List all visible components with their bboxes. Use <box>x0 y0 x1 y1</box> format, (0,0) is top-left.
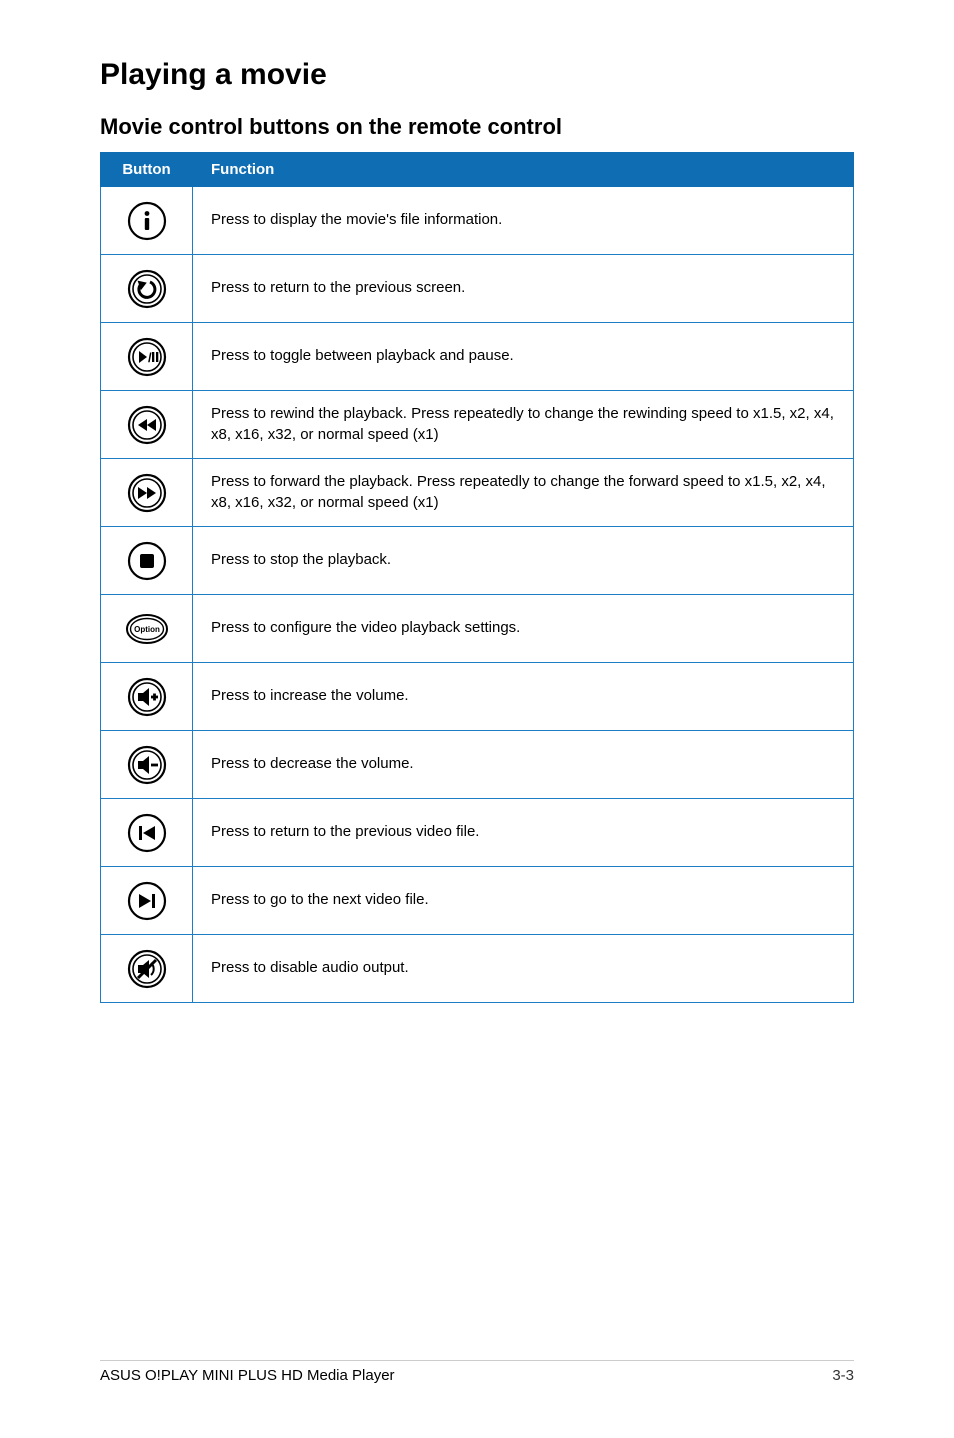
function-text: Press to return to the previous video fi… <box>193 799 854 867</box>
footer-product: ASUS O!PLAY MINI PLUS HD Media Player <box>100 1367 395 1384</box>
header-button: Button <box>101 153 193 187</box>
function-text: Press to decrease the volume. <box>193 731 854 799</box>
rewind-icon <box>101 391 193 459</box>
play-pause-icon: / <box>101 323 193 391</box>
table-row: Press to stop the playback. <box>101 527 854 595</box>
prev-file-icon <box>101 799 193 867</box>
function-text: Press to forward the playback. Press rep… <box>193 459 854 527</box>
svg-text:Option: Option <box>134 625 160 634</box>
table-row: Press to decrease the volume. <box>101 731 854 799</box>
header-function: Function <box>193 153 854 187</box>
function-text: Press to increase the volume. <box>193 663 854 731</box>
function-text: Press to toggle between playback and pau… <box>193 323 854 391</box>
svg-text:/: / <box>148 350 152 365</box>
table-row: Press to increase the volume. <box>101 663 854 731</box>
back-icon <box>101 255 193 323</box>
volume-down-icon <box>101 731 193 799</box>
stop-icon <box>101 527 193 595</box>
table-row: Press to display the movie's file inform… <box>101 187 854 255</box>
function-text: Press to rewind the playback. Press repe… <box>193 391 854 459</box>
table-row: Option Press to configure the video play… <box>101 595 854 663</box>
section-subtitle: Movie control buttons on the remote cont… <box>100 114 854 140</box>
function-text: Press to stop the playback. <box>193 527 854 595</box>
table-row: Press to disable audio output. <box>101 935 854 1003</box>
function-text: Press to display the movie's file inform… <box>193 187 854 255</box>
mute-icon <box>101 935 193 1003</box>
page-title: Playing a movie <box>100 58 854 92</box>
volume-up-icon <box>101 663 193 731</box>
table-row: / Press to toggle between playback and p… <box>101 323 854 391</box>
button-function-table: Button Function Press to display the mov… <box>100 152 854 1003</box>
function-text: Press to go to the next video file. <box>193 867 854 935</box>
table-row: Press to return to the previous video fi… <box>101 799 854 867</box>
table-row: Press to go to the next video file. <box>101 867 854 935</box>
info-icon <box>101 187 193 255</box>
page-footer: ASUS O!PLAY MINI PLUS HD Media Player 3-… <box>100 1360 854 1384</box>
function-text: Press to configure the video playback se… <box>193 595 854 663</box>
table-row: Press to rewind the playback. Press repe… <box>101 391 854 459</box>
footer-page-number: 3-3 <box>832 1367 854 1384</box>
table-row: Press to forward the playback. Press rep… <box>101 459 854 527</box>
forward-icon <box>101 459 193 527</box>
next-file-icon <box>101 867 193 935</box>
table-row: Press to return to the previous screen. <box>101 255 854 323</box>
function-text: Press to return to the previous screen. <box>193 255 854 323</box>
option-icon: Option <box>101 595 193 663</box>
function-text: Press to disable audio output. <box>193 935 854 1003</box>
